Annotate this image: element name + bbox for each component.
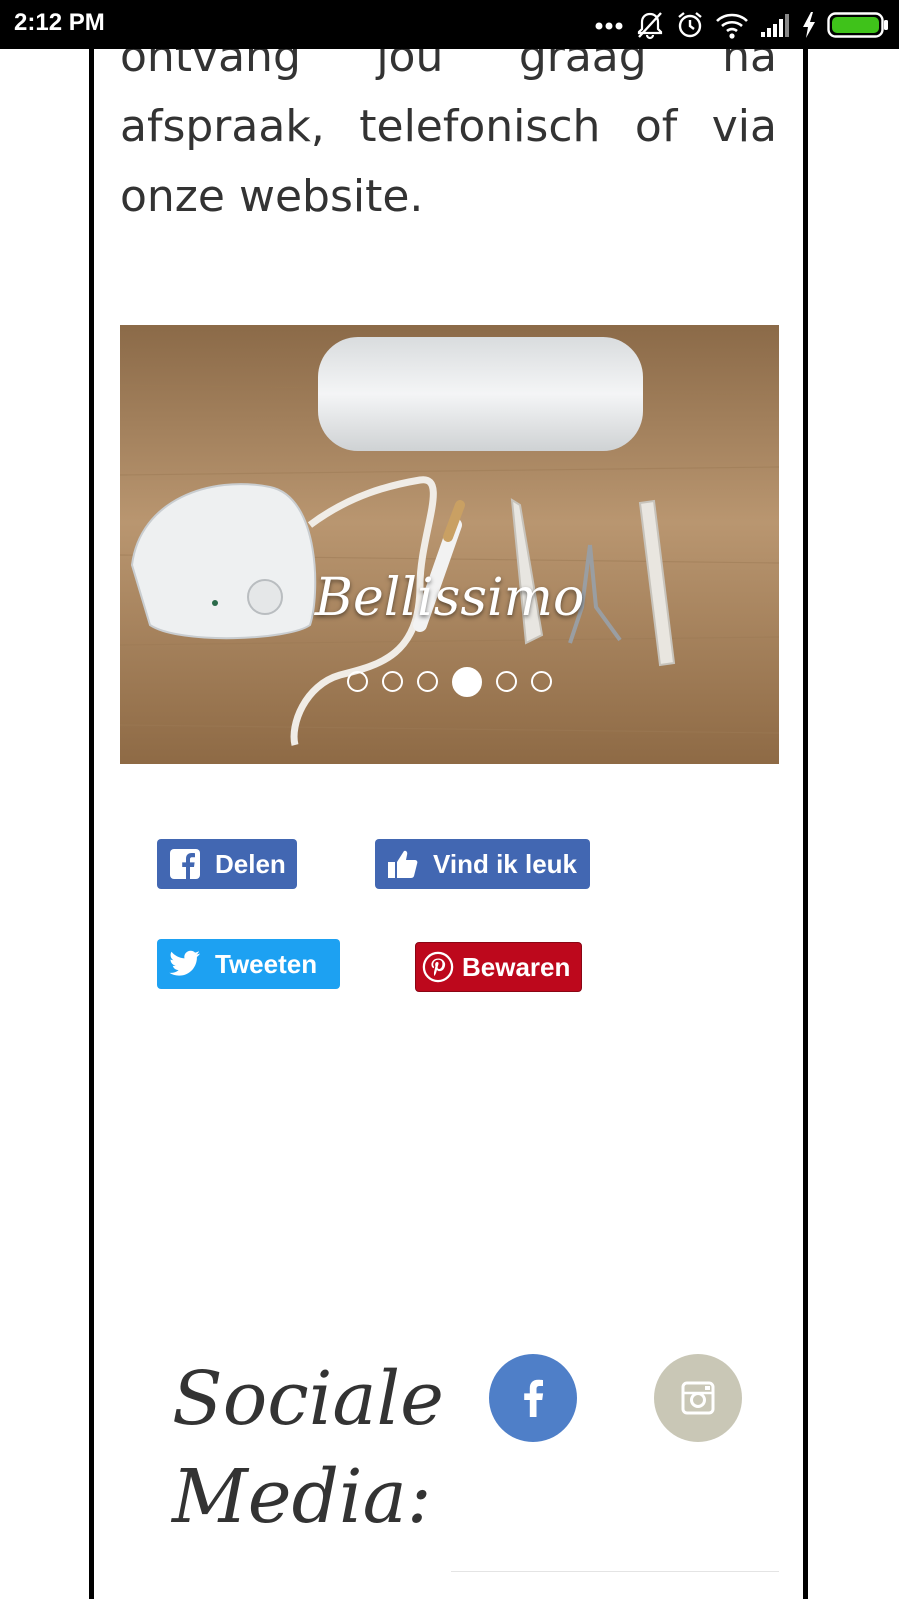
status-bar: 2:12 PM bbox=[0, 0, 899, 49]
alarm-icon bbox=[678, 12, 702, 38]
social-media-heading: Sociale Media: bbox=[172, 1350, 452, 1546]
slider-dot-3[interactable] bbox=[417, 671, 438, 692]
slider-dot-2[interactable] bbox=[382, 671, 403, 692]
facebook-icon bbox=[524, 1379, 544, 1417]
pinterest-save-button[interactable]: Bewaren bbox=[415, 942, 582, 992]
facebook-like-button[interactable]: Vind ik leuk bbox=[375, 839, 590, 889]
intro-line-2: afspraak, telefonisch of via bbox=[120, 101, 777, 152]
slider-dot-6[interactable] bbox=[531, 671, 552, 692]
twitter-tweet-label: Tweeten bbox=[215, 948, 318, 979]
intro-paragraph: ontvang jou graag na afspraak, telefonis… bbox=[120, 22, 777, 232]
content-border-right bbox=[803, 49, 808, 1599]
facebook-like-label: Vind ik leuk bbox=[433, 848, 578, 879]
facebook-share-button[interactable]: Delen bbox=[157, 839, 297, 889]
slide-caption: Bellissimo bbox=[314, 568, 585, 628]
slider-dot-1[interactable] bbox=[347, 671, 368, 692]
slider-pagination bbox=[120, 667, 779, 697]
pinterest-save-label: Bewaren bbox=[462, 951, 571, 982]
slider-dot-5[interactable] bbox=[496, 671, 517, 692]
more-dots-icon bbox=[595, 22, 623, 30]
twitter-bird-icon bbox=[169, 948, 201, 980]
charging-icon bbox=[803, 12, 815, 38]
wifi-icon bbox=[716, 13, 748, 39]
facebook-link[interactable] bbox=[489, 1354, 577, 1442]
slide-photo bbox=[120, 325, 779, 764]
instagram-icon bbox=[681, 1381, 715, 1415]
notifications-muted-icon bbox=[637, 12, 663, 40]
facebook-square-icon bbox=[169, 848, 201, 880]
thumbs-up-icon bbox=[387, 848, 419, 880]
slider-dot-4[interactable] bbox=[452, 667, 482, 697]
image-slider[interactable]: Bellissimo bbox=[120, 325, 779, 764]
footer-divider bbox=[451, 1571, 779, 1572]
content-border-left bbox=[89, 49, 94, 1599]
pinterest-icon bbox=[422, 951, 454, 983]
social-heading-line-2: Media: bbox=[172, 1454, 432, 1540]
status-time: 2:12 PM bbox=[14, 9, 105, 36]
status-icons bbox=[595, 8, 889, 42]
facebook-share-label: Delen bbox=[215, 848, 286, 879]
twitter-tweet-button[interactable]: Tweeten bbox=[157, 939, 340, 989]
social-heading-line-1: Sociale bbox=[172, 1356, 444, 1442]
intro-line-3: onze website. bbox=[120, 171, 424, 222]
signal-icon bbox=[761, 14, 789, 37]
battery-icon bbox=[827, 12, 888, 38]
instagram-link[interactable] bbox=[654, 1354, 742, 1442]
